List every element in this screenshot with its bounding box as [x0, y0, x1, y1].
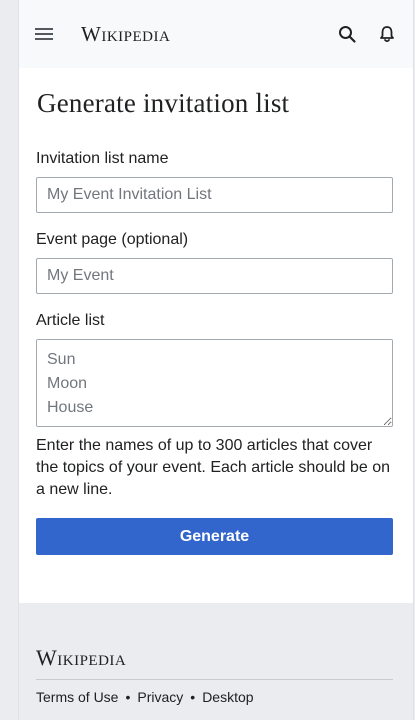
desktop-link[interactable]: Desktop: [202, 689, 253, 705]
article-list-textarea[interactable]: [36, 339, 393, 427]
site-footer: Wikipedia Terms of Use • Privacy • Deskt…: [19, 603, 413, 705]
separator-dot: •: [125, 689, 131, 705]
wikipedia-wordmark[interactable]: Wikipedia: [81, 22, 170, 47]
event-page-label: Event page (optional): [36, 231, 189, 248]
generate-button[interactable]: Generate: [36, 518, 393, 555]
help-text: Enter the names of up to 300 articles th…: [36, 437, 390, 498]
page-title: Generate invitation list: [37, 88, 290, 118]
form-card: Generate invitation list Invitation list…: [19, 68, 413, 603]
hamburger-menu-icon[interactable]: [35, 27, 53, 41]
footer-wordmark: Wikipedia: [36, 645, 393, 680]
mobile-frame: Wikipedia Generate invitation list Invit…: [19, 0, 413, 720]
privacy-link[interactable]: Privacy: [137, 689, 183, 705]
event-page-input[interactable]: [36, 258, 393, 294]
terms-of-use-link[interactable]: Terms of Use: [36, 689, 118, 705]
bell-icon[interactable]: [377, 24, 397, 44]
header-actions: [337, 24, 397, 44]
site-header: Wikipedia: [19, 0, 413, 68]
list-name-label: Invitation list name: [36, 150, 169, 167]
list-name-input[interactable]: [36, 177, 393, 213]
article-list-label: Article list: [36, 312, 105, 329]
footer-links: Terms of Use • Privacy • Desktop: [36, 689, 395, 705]
separator-dot: •: [190, 689, 196, 705]
search-icon[interactable]: [337, 24, 357, 44]
